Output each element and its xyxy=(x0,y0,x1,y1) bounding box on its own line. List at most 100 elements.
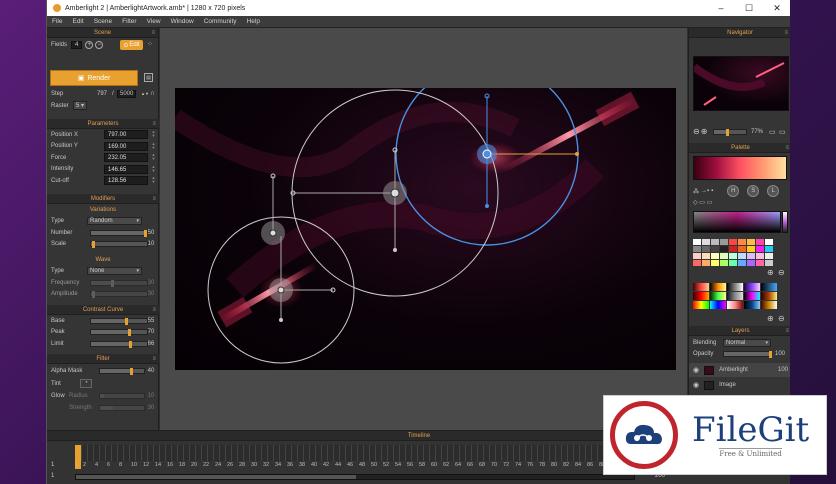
collapse-icon[interactable]: ≡ xyxy=(151,28,155,38)
color-swatch[interactable] xyxy=(720,246,728,252)
strength-slider[interactable] xyxy=(99,405,145,411)
fields-value[interactable]: 4 xyxy=(71,41,83,49)
color-swatch[interactable] xyxy=(765,260,773,266)
color-swatch[interactable] xyxy=(738,239,746,245)
color-picker[interactable] xyxy=(693,211,781,233)
frequency-slider[interactable] xyxy=(90,279,148,287)
nodes-icon[interactable]: ⁘ xyxy=(147,40,153,48)
gradient-preset[interactable] xyxy=(710,301,726,309)
zoom-out-icon[interactable]: ⊖ xyxy=(693,127,700,136)
color-swatch[interactable] xyxy=(765,246,773,252)
amplitude-slider[interactable] xyxy=(90,291,148,299)
color-swatch[interactable] xyxy=(720,253,728,259)
color-swatch[interactable] xyxy=(729,260,737,266)
intensity-input[interactable]: 146.65 xyxy=(104,164,148,174)
filter-header[interactable]: Filter ≡ xyxy=(47,354,159,364)
number-slider[interactable] xyxy=(90,229,148,237)
color-swatch[interactable] xyxy=(756,260,764,266)
color-swatch[interactable] xyxy=(711,253,719,259)
color-swatch[interactable] xyxy=(693,246,701,252)
remove-swatch-icon[interactable]: ⊖ xyxy=(778,268,785,277)
remove-gradient-icon[interactable]: ⊖ xyxy=(778,314,785,323)
menu-scene[interactable]: Scene xyxy=(89,18,117,25)
swatch-grid[interactable] xyxy=(693,239,773,266)
base-slider[interactable] xyxy=(90,317,148,325)
fullscreen-icon[interactable]: ▭ xyxy=(779,128,786,136)
minimize-button[interactable]: – xyxy=(707,0,735,16)
gradient-preset[interactable] xyxy=(693,283,709,291)
menu-file[interactable]: File xyxy=(47,18,67,25)
color-swatch[interactable] xyxy=(747,239,755,245)
palette-tool-icon[interactable]: ▭ xyxy=(707,200,713,206)
blending-select[interactable]: Normal xyxy=(723,338,771,347)
spinner-icon[interactable]: ▲ ▼ xyxy=(151,141,156,151)
fit-icon[interactable]: ▭ xyxy=(769,128,776,136)
add-field-icon[interactable]: + xyxy=(85,41,94,49)
color-swatch[interactable] xyxy=(729,246,737,252)
raster-select[interactable]: 5 ▾ xyxy=(73,101,88,111)
collapse-icon[interactable]: ≡ xyxy=(784,28,788,38)
tint-picker-icon[interactable]: ◔ xyxy=(80,379,92,388)
canvas-area[interactable] xyxy=(160,28,687,430)
menu-help[interactable]: Help xyxy=(242,18,265,25)
color-swatch[interactable] xyxy=(693,253,701,259)
collapse-icon[interactable]: ≡ xyxy=(785,143,789,153)
palette-tool-icon[interactable]: ⁂ xyxy=(693,188,699,195)
gradient-preset[interactable] xyxy=(727,301,743,309)
zoom-in-icon[interactable]: ⊕ xyxy=(701,127,708,136)
color-swatch[interactable] xyxy=(702,239,710,245)
color-swatch[interactable] xyxy=(702,246,710,252)
hue-slider[interactable] xyxy=(782,211,788,233)
layer-item-amberlight[interactable]: ◉ Amberlight 100 xyxy=(689,363,790,377)
color-swatch[interactable] xyxy=(702,260,710,266)
visibility-eye-icon[interactable]: ◉ xyxy=(693,366,699,374)
edit-button[interactable]: ⊙ Edit xyxy=(120,40,143,50)
parameters-header[interactable]: Parameters ≡ xyxy=(47,119,159,129)
color-swatch[interactable] xyxy=(747,253,755,259)
wave-type-select[interactable]: None xyxy=(87,267,142,276)
opacity-slider[interactable] xyxy=(723,350,772,358)
gradient-preset[interactable] xyxy=(761,301,777,309)
collapse-icon[interactable]: ≡ xyxy=(152,354,156,364)
headphones-icon[interactable]: ∩ xyxy=(150,90,155,97)
alpha-mask-slider[interactable] xyxy=(99,367,145,375)
palette-tool-icon[interactable]: ◇ xyxy=(693,200,698,206)
palette-tool-icon[interactable]: ▪ xyxy=(711,188,713,194)
collapse-icon[interactable]: ≡ xyxy=(785,326,789,336)
zoom-slider[interactable] xyxy=(713,128,747,136)
collapse-icon[interactable]: ≡ xyxy=(152,194,156,204)
artwork-canvas[interactable] xyxy=(175,88,676,370)
spinner-icon[interactable]: ▲ ▼ xyxy=(151,176,156,185)
palette-l-button[interactable]: L xyxy=(767,185,780,197)
cutoff-input[interactable]: 128.56 xyxy=(104,176,148,186)
timeline-scroll-thumb[interactable] xyxy=(76,475,356,479)
color-swatch[interactable] xyxy=(765,253,773,259)
gradient-preset[interactable] xyxy=(710,283,726,291)
palette-tool-icon[interactable]: →▪ xyxy=(701,188,709,194)
gradient-preset[interactable] xyxy=(727,283,743,291)
color-swatch[interactable] xyxy=(738,246,746,252)
color-swatch[interactable] xyxy=(738,260,746,266)
layer-item-image[interactable]: ◉ Image xyxy=(689,378,790,392)
color-swatch[interactable] xyxy=(711,246,719,252)
step-spinner-icon[interactable]: ▲▼ xyxy=(141,91,149,96)
menu-window[interactable]: Window xyxy=(166,18,199,25)
position-x-input[interactable]: 797.00 xyxy=(104,130,148,140)
gradient-preset[interactable] xyxy=(744,301,760,309)
gradient-preset[interactable] xyxy=(744,283,760,291)
add-swatch-icon[interactable]: ⊕ xyxy=(767,268,774,277)
peak-slider[interactable] xyxy=(90,329,148,337)
variation-type-select[interactable]: Random xyxy=(87,217,142,226)
gradient-presets[interactable] xyxy=(693,283,777,309)
color-swatch[interactable] xyxy=(756,239,764,245)
navigator-preview[interactable] xyxy=(691,56,789,111)
palette-tool-icon[interactable]: ▭ xyxy=(699,200,705,206)
color-swatch[interactable] xyxy=(720,239,728,245)
timeline-scrollbar[interactable] xyxy=(75,474,635,480)
add-gradient-icon[interactable]: ⊕ xyxy=(767,314,774,323)
spinner-icon[interactable]: ▲ ▼ xyxy=(151,153,156,162)
color-swatch[interactable] xyxy=(747,260,755,266)
close-button[interactable]: ✕ xyxy=(763,0,790,16)
force-input[interactable]: 232.05 xyxy=(104,153,148,163)
color-swatch[interactable] xyxy=(756,246,764,252)
